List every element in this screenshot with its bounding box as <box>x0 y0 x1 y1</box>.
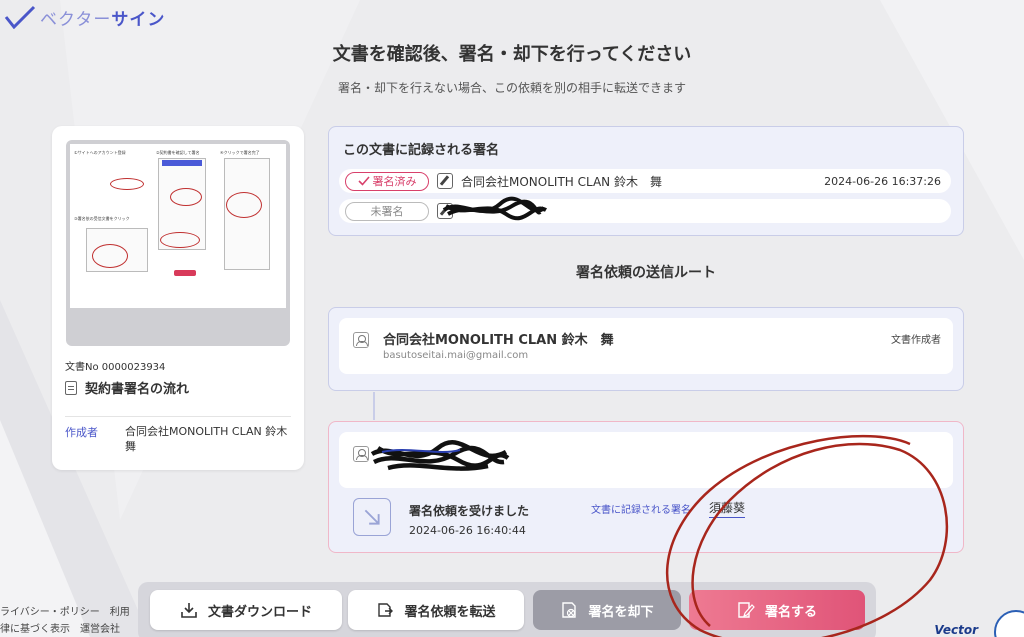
reject-document-icon <box>562 602 577 618</box>
recorded-signatures-panel: この文書に記録される署名 署名済み 合同会社MONOLITH CLAN 鈴木 舞… <box>328 126 964 236</box>
thumb-sign-button <box>174 270 196 276</box>
thumb-ring <box>110 178 144 190</box>
route-step-sender: 合同会社MONOLITH CLAN 鈴木 舞 basutoseitai.mai@… <box>328 307 964 391</box>
download-document-button[interactable]: 文書ダウンロード <box>150 590 342 630</box>
thumb-ring <box>92 244 128 268</box>
page-title: 文書を確認後、署名・却下を行ってください <box>332 44 692 65</box>
download-label: 文書ダウンロード <box>207 604 312 620</box>
sender-card: 合同会社MONOLITH CLAN 鈴木 舞 basutoseitai.mai@… <box>339 318 953 374</box>
thumbnail-page: ①サイトへのアカウント登録 ②契約書を確認して署名 ④クリックで署名完了 ③署名… <box>70 144 286 308</box>
route-step-recipient: 署名依頼を受けました 2024-06-26 16:40:44 文書に記録される署… <box>328 421 964 553</box>
download-icon <box>181 603 197 618</box>
status-badge-signed: 署名済み <box>345 171 429 191</box>
thumb-ring <box>170 188 202 206</box>
route-connector <box>373 392 375 420</box>
recorded-signature-label: 文書に記録される署名 <box>591 505 691 516</box>
footer-links-1[interactable]: ライバシー・ポリシー 利用 <box>0 603 130 618</box>
thumb-header-bar <box>162 160 202 166</box>
brand-logo[interactable]: ベクターサイン <box>4 4 165 30</box>
signed-time: 2024-06-26 16:37:26 <box>824 174 941 188</box>
thumb-ring <box>160 232 200 248</box>
sender-name: 合同会社MONOLITH CLAN 鈴木 舞 <box>383 333 614 348</box>
recorded-signature-name: 須藤葵 <box>709 499 746 518</box>
thumb-step-4: ④クリックで署名完了 <box>220 150 260 155</box>
reject-label: 署名を却下 <box>588 604 654 620</box>
status-badge-unsigned: 未署名 <box>345 201 429 221</box>
footer-links-2[interactable]: 律に基づく表示 運営会社 <box>0 620 120 635</box>
signer-name: 合同会社MONOLITH CLAN 鈴木 舞 <box>461 174 662 189</box>
thumb-step-3: ③署名依の受信文書をクリック <box>74 216 130 221</box>
logo-check-icon <box>4 5 36 29</box>
sign-button[interactable]: 署名する <box>689 590 865 630</box>
certification-seal-icon <box>994 610 1024 637</box>
forward-label: 署名依頼を転送 <box>404 604 496 620</box>
person-icon <box>353 332 369 348</box>
page-subtitle: 署名・却下を行えない場合、この依頼を別の相手に転送できます <box>337 81 686 95</box>
creator-label: 作成者 <box>65 426 98 439</box>
received-time: 2024-06-26 16:40:44 <box>409 524 526 537</box>
signature-row: 署名済み 合同会社MONOLITH CLAN 鈴木 舞 2024-06-26 1… <box>339 169 951 193</box>
signatures-title: この文書に記録される署名 <box>343 143 500 158</box>
thumb-ring <box>226 192 262 218</box>
reject-signature-button[interactable]: 署名を却下 <box>533 590 681 630</box>
inbox-arrow-icon <box>353 498 391 536</box>
status-label: 署名済み <box>372 175 417 188</box>
thumb-step-2: ②契約書を確認して署名 <box>156 150 200 155</box>
thumb-step-1: ①サイトへのアカウント登録 <box>74 150 126 155</box>
route-title: 署名依頼の送信ルート <box>576 265 716 281</box>
signature-row: 未署名 <box>339 199 951 223</box>
sign-pen-icon <box>738 602 755 618</box>
divider <box>65 416 291 417</box>
document-name: 契約書署名の流れ <box>85 382 190 397</box>
creator-value: 合同会社MONOLITH CLAN 鈴木 舞 <box>125 425 288 453</box>
brand-name: ベクターサイン <box>40 9 166 30</box>
pen-icon <box>437 203 453 219</box>
forward-request-button[interactable]: 署名依頼を転送 <box>348 590 524 630</box>
document-icon <box>65 380 77 395</box>
recipient-card <box>339 432 953 488</box>
sender-email: basutoseitai.mai@gmail.com <box>383 350 529 361</box>
document-thumbnail[interactable]: ①サイトへのアカウント登録 ②契約書を確認して署名 ④クリックで署名完了 ③署名… <box>66 140 290 346</box>
document-title: 契約書署名の流れ <box>65 378 189 397</box>
corner-logo: Vector <box>934 623 978 637</box>
sign-label: 署名する <box>764 604 817 620</box>
check-icon <box>357 176 370 186</box>
document-number: 文書No 0000023934 <box>65 362 166 373</box>
forward-icon <box>378 603 394 617</box>
document-card: ①サイトへのアカウント登録 ②契約書を確認して署名 ④クリックで署名完了 ③署名… <box>52 126 304 470</box>
person-icon <box>353 446 369 462</box>
received-status: 署名依頼を受けました <box>409 504 530 518</box>
action-bar: 文書ダウンロード 署名依頼を転送 署名を却下 署名する <box>138 582 876 637</box>
sender-role: 文書作成者 <box>891 335 941 346</box>
pen-icon <box>437 173 453 189</box>
